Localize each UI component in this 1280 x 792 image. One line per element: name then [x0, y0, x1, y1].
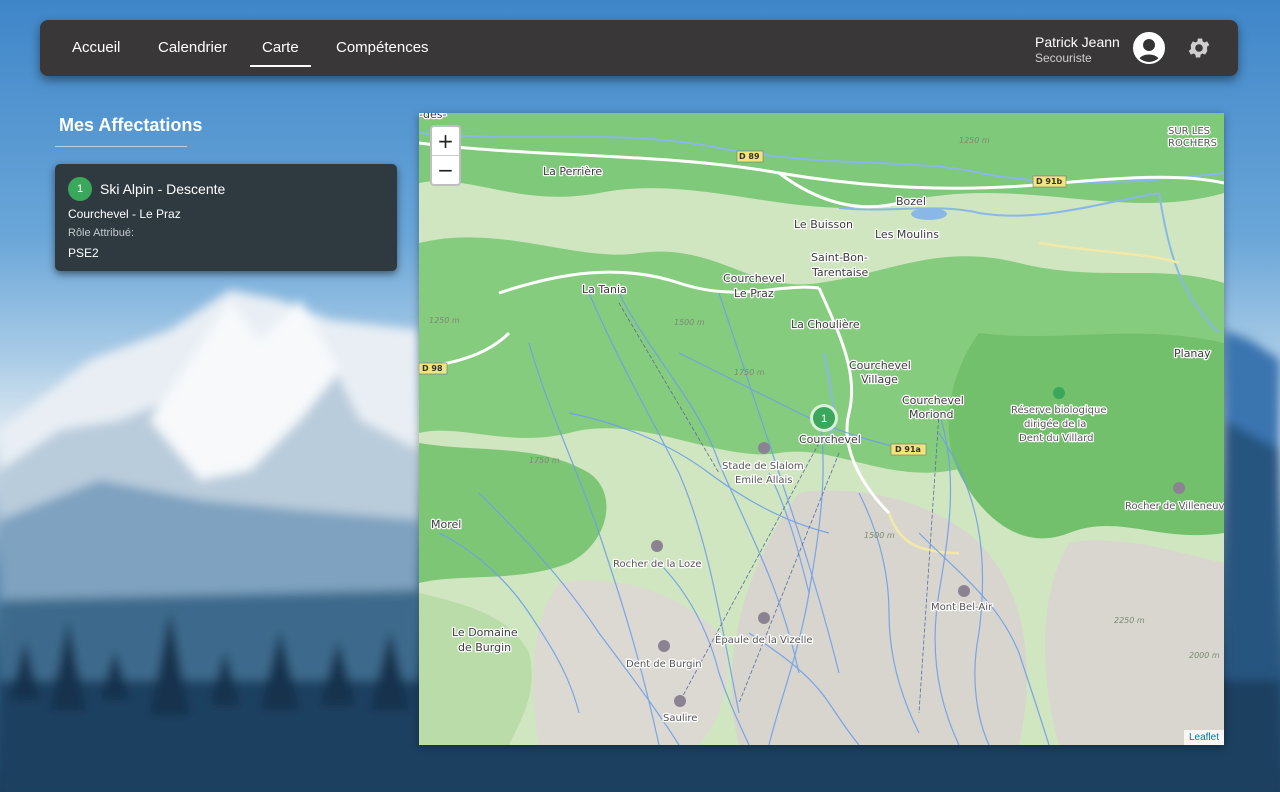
assignment-location: Courchevel - Le Praz	[68, 207, 181, 221]
place-label: Courchevel	[902, 394, 964, 407]
elevation-label: 1750 m	[529, 456, 560, 465]
place-label: Emile Allais	[735, 475, 792, 486]
place-label: La Choulière	[791, 318, 860, 331]
road-label: D 91b	[1036, 177, 1063, 186]
elevation-label: 2000 m	[1189, 651, 1220, 660]
place-label: Mont Bel-Air	[931, 602, 993, 613]
place-label: SUR LES	[1168, 126, 1210, 137]
elevation-label: 1500 m	[864, 531, 895, 540]
road-label: D 89	[739, 152, 760, 161]
map-tiles[interactable]: D 89 D 91b D 98 D 91a 1250 m 1250 m 1500…	[419, 113, 1224, 745]
place-label: Moriond	[909, 408, 953, 421]
title-divider	[55, 146, 187, 147]
place-label: La Perrière	[543, 165, 602, 178]
assignments-title: Mes Affectations	[59, 115, 203, 135]
elevation-label: 1750 m	[734, 368, 765, 377]
place-label: Réserve biologique	[1011, 404, 1106, 416]
map-marker-icon[interactable]: 1	[810, 404, 838, 432]
nav-calendrier[interactable]: Calendrier	[158, 20, 227, 76]
top-navbar: Accueil Calendrier Carte Compétences Pat…	[40, 20, 1238, 76]
place-label: Courchevel	[723, 272, 785, 285]
place-label: Dent du Villard	[1019, 433, 1094, 444]
place-label: Saint-Bon-	[811, 251, 868, 264]
zoom-in-button[interactable]: +	[432, 127, 459, 156]
place-label: Les Moulins	[875, 228, 939, 241]
place-label: Le Buisson	[794, 218, 853, 231]
place-label: dirigée de la	[1024, 418, 1086, 430]
place-label: Saulire	[663, 713, 697, 724]
nav-accueil[interactable]: Accueil	[72, 20, 120, 76]
elevation-label: 1250 m	[959, 136, 990, 145]
nav-carte[interactable]: Carte	[250, 20, 311, 76]
place-label: Village	[861, 373, 898, 386]
assignment-number-badge: 1	[68, 177, 92, 201]
place-label: de Burgin	[458, 641, 511, 654]
zoom-out-button[interactable]: −	[432, 156, 459, 184]
assignment-title: Ski Alpin - Descente	[100, 181, 226, 197]
map-attribution-link[interactable]: Leaflet	[1183, 730, 1224, 745]
place-label: Planay	[1174, 347, 1211, 360]
place-label: Courchevel	[799, 433, 861, 446]
user-avatar-icon[interactable]	[1133, 32, 1165, 64]
place-label: Épaule de la Vizelle	[715, 633, 813, 646]
place-label: Morel	[431, 518, 461, 531]
place-label: Rocher de la Loze	[613, 559, 702, 570]
elevation-label: 1250 m	[429, 316, 460, 325]
road-label: D 91a	[895, 445, 921, 454]
place-label: Courchevel	[849, 359, 911, 372]
place-label: Dent de Burgin	[626, 659, 702, 670]
place-label: ROCHERS	[1168, 138, 1217, 149]
map-view[interactable]: D 89 D 91b D 98 D 91a 1250 m 1250 m 1500…	[419, 113, 1224, 745]
place-label: -des-	[419, 113, 446, 121]
user-role: Secouriste	[1035, 51, 1092, 65]
place-label: Stade de Slalom	[722, 461, 804, 472]
map-marker-label: 1	[821, 413, 827, 425]
road-label: D 98	[422, 364, 443, 373]
place-label: Rocher de Villeneuve	[1125, 501, 1224, 512]
place-label: Le Praz	[734, 287, 774, 300]
place-label: Le Domaine	[452, 626, 518, 639]
assignment-role: PSE2	[68, 246, 99, 260]
zoom-control: + −	[430, 125, 461, 186]
elevation-label: 2250 m	[1114, 616, 1145, 625]
user-name: Patrick Jeann	[1035, 34, 1120, 50]
assignment-role-label: Rôle Attribué:	[68, 227, 135, 239]
place-label: Tarentaise	[811, 266, 869, 279]
place-label: La Tania	[582, 283, 627, 296]
gear-icon[interactable]	[1186, 35, 1212, 61]
nav-competences[interactable]: Compétences	[336, 20, 429, 76]
assignment-card[interactable]: 1 Ski Alpin - Descente Courchevel - Le P…	[55, 164, 397, 271]
elevation-label: 1500 m	[674, 318, 705, 327]
place-label: Bozel	[896, 195, 926, 208]
